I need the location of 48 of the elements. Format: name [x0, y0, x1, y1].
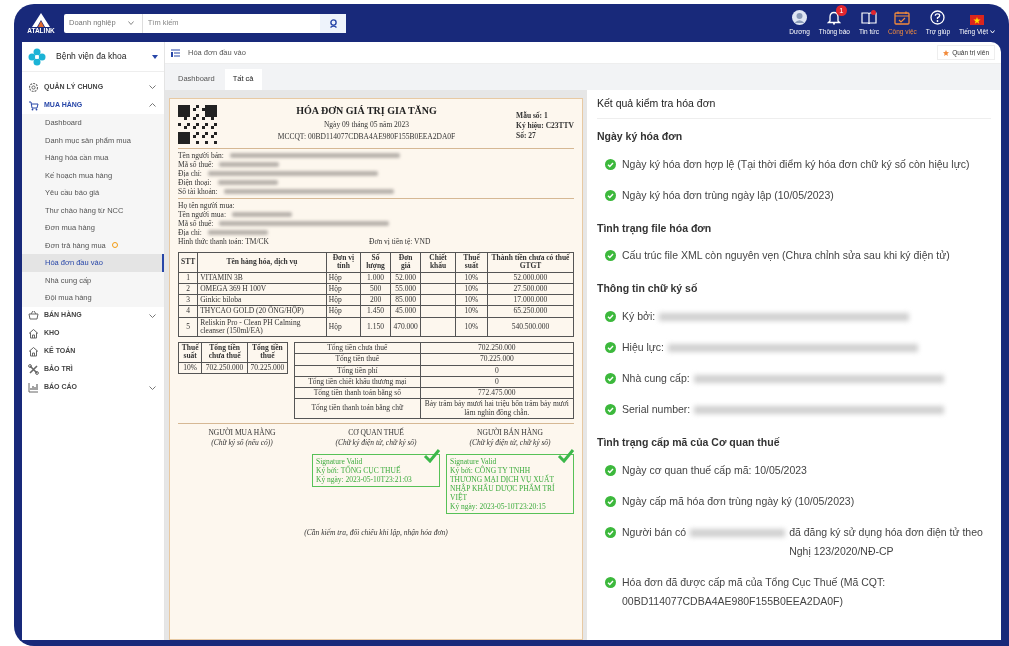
check-mark-icon — [423, 447, 441, 463]
check-result-text: đã đăng ký sử dụng hóa đơn điện tử theo Nghị 123/2020/NĐ-CP — [789, 524, 984, 559]
check-result-text: Cấu trúc file XML còn nguyên vẹn (Chưa chỉnh sửa sau khi ký điện tử) — [622, 249, 950, 262]
caret-down-icon — [152, 54, 158, 59]
chevron-up-icon — [149, 103, 156, 107]
gear-icon — [28, 81, 39, 93]
check-result-text: Hiệu lực: — [622, 341, 665, 353]
logo-icon — [31, 11, 51, 28]
house-icon — [28, 346, 39, 357]
check-result-text: Ngày ký hóa đơn hợp lệ (Tại thời điểm ký hóa đơn chữ ký số còn hiệu lực) — [622, 157, 970, 170]
star-icon — [943, 49, 950, 56]
check-result-text: Người bán có — [622, 524, 687, 540]
check-result-text: Serial number: — [622, 403, 691, 415]
search-button[interactable] — [320, 13, 346, 33]
check-result-text: Nhà cung cấp: — [622, 372, 690, 384]
calendar-icon — [894, 10, 911, 25]
check-mark-icon — [557, 447, 575, 463]
house-icon — [28, 328, 39, 339]
qr-code — [178, 105, 217, 144]
section-title: Tình trạng cấp mã của Cơ quan thuế — [597, 435, 781, 451]
check-result-text: Ngày ký hóa đơn trùng ngày lập (10/05/2023) — [622, 188, 834, 201]
section-title: Tình trạng file hóa đơn — [597, 220, 713, 237]
invoice-title: HÓA ĐƠN GIÁ TRỊ GIA TĂNG — [296, 105, 437, 117]
basket-icon — [28, 310, 39, 321]
chart-icon — [28, 382, 39, 393]
search-icon — [328, 18, 338, 28]
chevron-down-icon — [149, 313, 156, 318]
section-title: Ngày ký hóa đơn — [597, 128, 684, 144]
chevron-down-icon — [149, 385, 156, 390]
org-logo-icon — [28, 47, 46, 66]
check-result-text: Ngày cơ quan thuế cấp mã: 10/05/2023 — [622, 463, 807, 476]
chevron-down-icon — [990, 29, 995, 34]
chevron-down-icon — [149, 85, 156, 89]
organization-selector[interactable]: Bệnh viện đa khoa — [56, 50, 142, 63]
help-icon — [930, 9, 946, 25]
section-title: Thông tin chữ ký số — [597, 281, 699, 297]
bell-icon — [827, 9, 842, 25]
check-result-text: Hóa đơn đã được cấp mã của Tổng Cục Thuế (Mã CQT: 00BD114077CDBA4AE980F155B0EEA2DA0F) — [622, 575, 886, 607]
cart-icon — [28, 99, 39, 111]
book-icon — [860, 10, 877, 25]
avatar-icon — [792, 9, 807, 25]
check-result-text: Ký bởi: — [622, 310, 656, 322]
tools-icon — [28, 364, 39, 375]
list-icon — [171, 48, 180, 57]
chevron-down-icon — [127, 21, 134, 25]
panel-title: Kết quả kiểm tra hóa đơn — [597, 96, 991, 119]
check-result-text: Ngày cấp mã hóa đơn trùng ngày ký (10/05/2023) — [622, 494, 855, 507]
flag-icon — [970, 14, 985, 25]
